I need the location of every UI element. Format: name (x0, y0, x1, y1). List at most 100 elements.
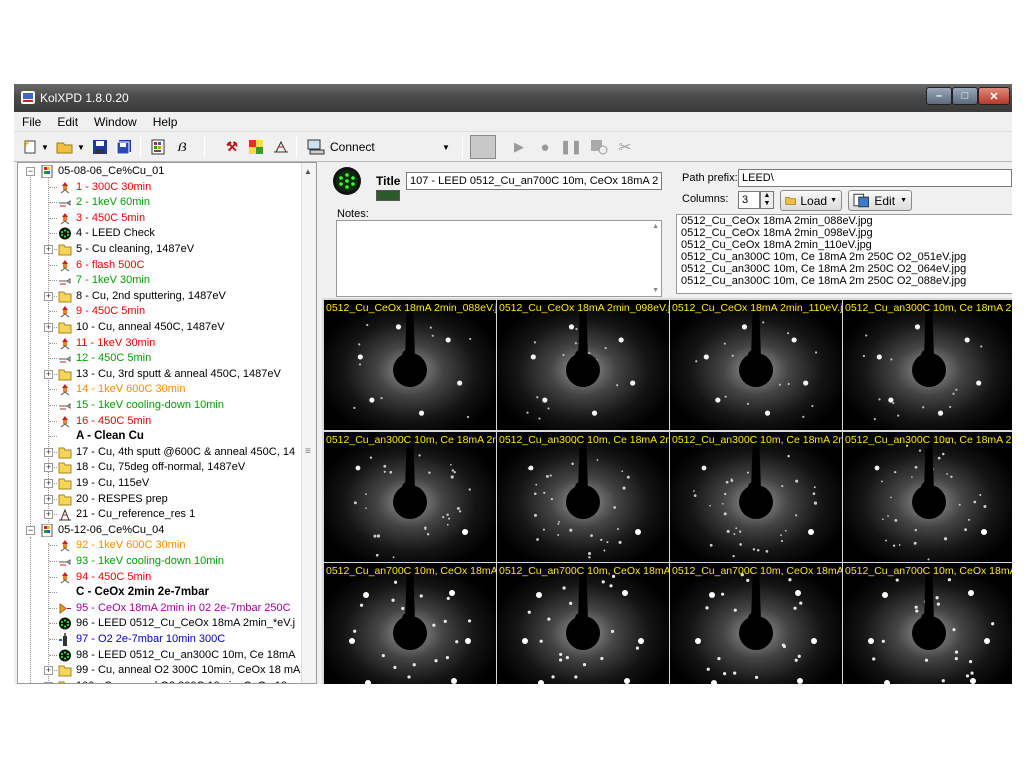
leed-image-thumbnail[interactable]: 0512_Cu_an700C 10m, CeOx 18mA (497, 563, 669, 684)
tree-item[interactable]: A - Clean Cu (18, 429, 302, 444)
reference-tool-icon[interactable] (270, 137, 292, 157)
sputter-gun-tool-icon[interactable]: ⚒ (222, 137, 242, 157)
tree-item[interactable]: 1 - 300C 30min (18, 180, 302, 195)
tree-item[interactable]: 11 - 1keV 30min (18, 336, 302, 351)
maximize-button[interactable]: □ (952, 87, 978, 105)
tree-item[interactable]: 2 - 1keV 60min (18, 195, 302, 210)
expand-icon[interactable]: + (44, 292, 53, 301)
tree-item[interactable]: 3 - 450C 5min (18, 211, 302, 226)
tree-item[interactable]: 97 - O2 2e-7mbar 10min 300C (18, 632, 302, 647)
title-bar[interactable]: KolXPD 1.8.0.20 – □ ✕ (14, 84, 1012, 112)
notes-scroll-up-icon[interactable]: ▲ (652, 223, 659, 230)
menu-file[interactable]: File (14, 112, 49, 132)
image-file-list[interactable]: 0512_Cu_CeOx 18mA 2min_088eV.jpg 0512_Cu_… (676, 214, 1012, 294)
tree-item[interactable]: 94 - 450C 5min (18, 570, 302, 585)
tree-item[interactable]: 92 - 1keV 600C 30min (18, 538, 302, 553)
file-list-item[interactable]: 0512_Cu_an300C 10m, Ce 18mA 2m 250C O2_0… (679, 263, 1012, 275)
expand-icon[interactable]: + (44, 666, 53, 675)
tree-item[interactable]: 16 - 450C 5min (18, 414, 302, 429)
menu-edit[interactable]: Edit (49, 112, 86, 132)
expand-icon[interactable]: + (44, 370, 53, 379)
tree-item[interactable]: +18 - Cu, 75deg off-normal, 1487eV (18, 460, 302, 475)
minimize-button[interactable]: – (926, 87, 952, 105)
tree-item[interactable]: +100 - Cu, anneal O2 300C 10min, CeOx 18 (18, 679, 302, 683)
leed-pattern-tool-icon[interactable] (246, 137, 266, 157)
title-input[interactable] (406, 172, 662, 190)
expand-icon[interactable]: + (44, 495, 53, 504)
tree-item[interactable]: +5 - Cu cleaning, 1487eV (18, 242, 302, 257)
collapse-icon[interactable]: − (26, 526, 35, 535)
expand-icon[interactable]: + (44, 510, 53, 519)
tree-item[interactable]: +20 - RESPES prep (18, 492, 302, 507)
expand-icon[interactable]: + (44, 323, 53, 332)
leed-image-thumbnail[interactable]: 0512_Cu_an300C 10m, Ce 18mA 2m (843, 432, 1012, 562)
leed-image-thumbnail[interactable]: 0512_Cu_an300C 10m, Ce 18mA 2m (324, 432, 496, 562)
close-button[interactable]: ✕ (978, 87, 1010, 105)
collapse-icon[interactable]: − (26, 167, 35, 176)
spreadsheet-icon[interactable] (148, 137, 168, 157)
tree-session-node[interactable]: − 05-08-06_Ce%Cu_01 (18, 164, 302, 179)
tree-item[interactable]: 4 - LEED Check (18, 226, 302, 241)
menu-window[interactable]: Window (86, 112, 145, 132)
expand-icon[interactable]: + (44, 245, 53, 254)
leed-image-thumbnail[interactable]: 0512_Cu_an700C 10m, CeOx 18mA (670, 563, 842, 684)
tree-item[interactable]: 9 - 450C 5min (18, 304, 302, 319)
play-icon[interactable]: ▶ (510, 137, 528, 157)
tree-item[interactable]: +10 - Cu, anneal 450C, 1487eV (18, 320, 302, 335)
tree-item[interactable]: 14 - 1keV 600C 30min (18, 382, 302, 397)
experiment-tree[interactable]: − 05-08-06_Ce%Cu_01 1 - 300C 30min 2 - 1keV… (17, 162, 317, 684)
open-dropdown-icon[interactable]: ▼ (76, 137, 86, 157)
columns-input[interactable] (738, 191, 760, 209)
file-list-item[interactable]: 0512_Cu_CeOx 18mA 2min_110eV.jpg (679, 239, 1012, 251)
connect-dropdown-icon[interactable]: ▼ (440, 137, 452, 157)
save-all-icon[interactable] (114, 137, 134, 157)
pause-icon[interactable]: ❚❚ (560, 137, 582, 157)
tree-item[interactable]: 15 - 1keV cooling-down 10min (18, 398, 302, 413)
leed-image-thumbnail[interactable]: 0512_Cu_an300C 10m, Ce 18mA 2m (843, 300, 1012, 430)
color-swatch[interactable] (376, 190, 400, 201)
cut-icon[interactable]: ✂ (614, 137, 636, 157)
leed-image-thumbnail[interactable]: 0512_Cu_CeOx 18mA 2min_088eV.jpg (324, 300, 496, 430)
leed-image-thumbnail[interactable]: 0512_Cu_an300C 10m, Ce 18mA 2m (497, 432, 669, 562)
leed-image-thumbnail[interactable]: 0512_Cu_an700C 10m, CeOx 18mA (324, 563, 496, 684)
edit-button[interactable]: Edit ▼ (848, 190, 912, 211)
script-icon[interactable]: ẞ (172, 137, 192, 157)
tree-item[interactable]: C - CeOx 2min 2e-7mbar (18, 585, 302, 600)
scroll-up-icon[interactable]: ▲ (304, 167, 312, 176)
notes-textarea[interactable]: ▲ ▼ (336, 220, 662, 297)
new-icon[interactable] (20, 137, 40, 157)
scroll-grip-icon[interactable]: ≡ (305, 446, 311, 457)
connect-button[interactable]: Connect (330, 137, 390, 157)
tree-item[interactable]: +99 - Cu, anneal O2 300C 10min, CeOx 18 … (18, 663, 302, 678)
record-icon[interactable]: ● (536, 137, 554, 157)
file-list-item[interactable]: 0512_Cu_an300C 10m, Ce 18mA 2m 250C O2_0… (679, 251, 1012, 263)
leed-image-thumbnail[interactable]: 0512_Cu_CeOx 18mA 2min_098eV.jpg (497, 300, 669, 430)
tree-item[interactable]: +13 - Cu, 3rd sputt & anneal 450C, 1487e… (18, 367, 302, 382)
tree-item[interactable]: +19 - Cu, 115eV (18, 476, 302, 491)
leed-image-thumbnail[interactable]: 0512_Cu_CeOx 18mA 2min_110eV.jpg (670, 300, 842, 430)
tree-item[interactable]: 96 - LEED 0512_Cu_CeOx 18mA 2min_*eV.j (18, 616, 302, 631)
load-button[interactable]: Load ▼ (780, 190, 842, 211)
expand-icon[interactable]: + (44, 448, 53, 457)
tree-item[interactable]: 93 - 1keV cooling-down 10min (18, 554, 302, 569)
file-list-item[interactable]: 0512_Cu_CeOx 18mA 2min_088eV.jpg (679, 215, 1012, 227)
leed-image-thumbnail[interactable]: 0512_Cu_an300C 10m, Ce 18mA 2m (670, 432, 842, 562)
expand-icon[interactable]: + (44, 463, 53, 472)
tree-item[interactable]: 6 - flash 500C (18, 258, 302, 273)
tree-item[interactable]: 7 - 1keV 30min (18, 273, 302, 288)
tree-item[interactable]: +17 - Cu, 4th sputt @600C & anneal 450C,… (18, 445, 302, 460)
save-timer-icon[interactable] (588, 137, 610, 157)
tree-item[interactable]: 95 - CeOx 18mA 2min in 02 2e-7mbar 250C (18, 601, 302, 616)
open-folder-icon[interactable] (54, 137, 76, 157)
tree-item[interactable]: 12 - 450C 5min (18, 351, 302, 366)
expand-icon[interactable]: + (44, 479, 53, 488)
columns-stepper[interactable]: ▲ ▼ (760, 191, 774, 209)
tree-item[interactable]: +8 - Cu, 2nd sputtering, 1487eV (18, 289, 302, 304)
expand-icon[interactable]: + (44, 682, 53, 683)
leed-image-thumbnail[interactable]: 0512_Cu_an700C 10m, CeOx 18mA (843, 563, 1012, 684)
new-dropdown-icon[interactable]: ▼ (40, 137, 50, 157)
notes-scroll-down-icon[interactable]: ▼ (652, 287, 659, 294)
file-list-item[interactable]: 0512_Cu_CeOx 18mA 2min_098eV.jpg (679, 227, 1012, 239)
file-list-item[interactable]: 0512_Cu_an300C 10m, Ce 18mA 2m 250C O2_0… (679, 275, 1012, 287)
tree-item[interactable]: 98 - LEED 0512_Cu_an300C 10m, Ce 18mA (18, 648, 302, 663)
